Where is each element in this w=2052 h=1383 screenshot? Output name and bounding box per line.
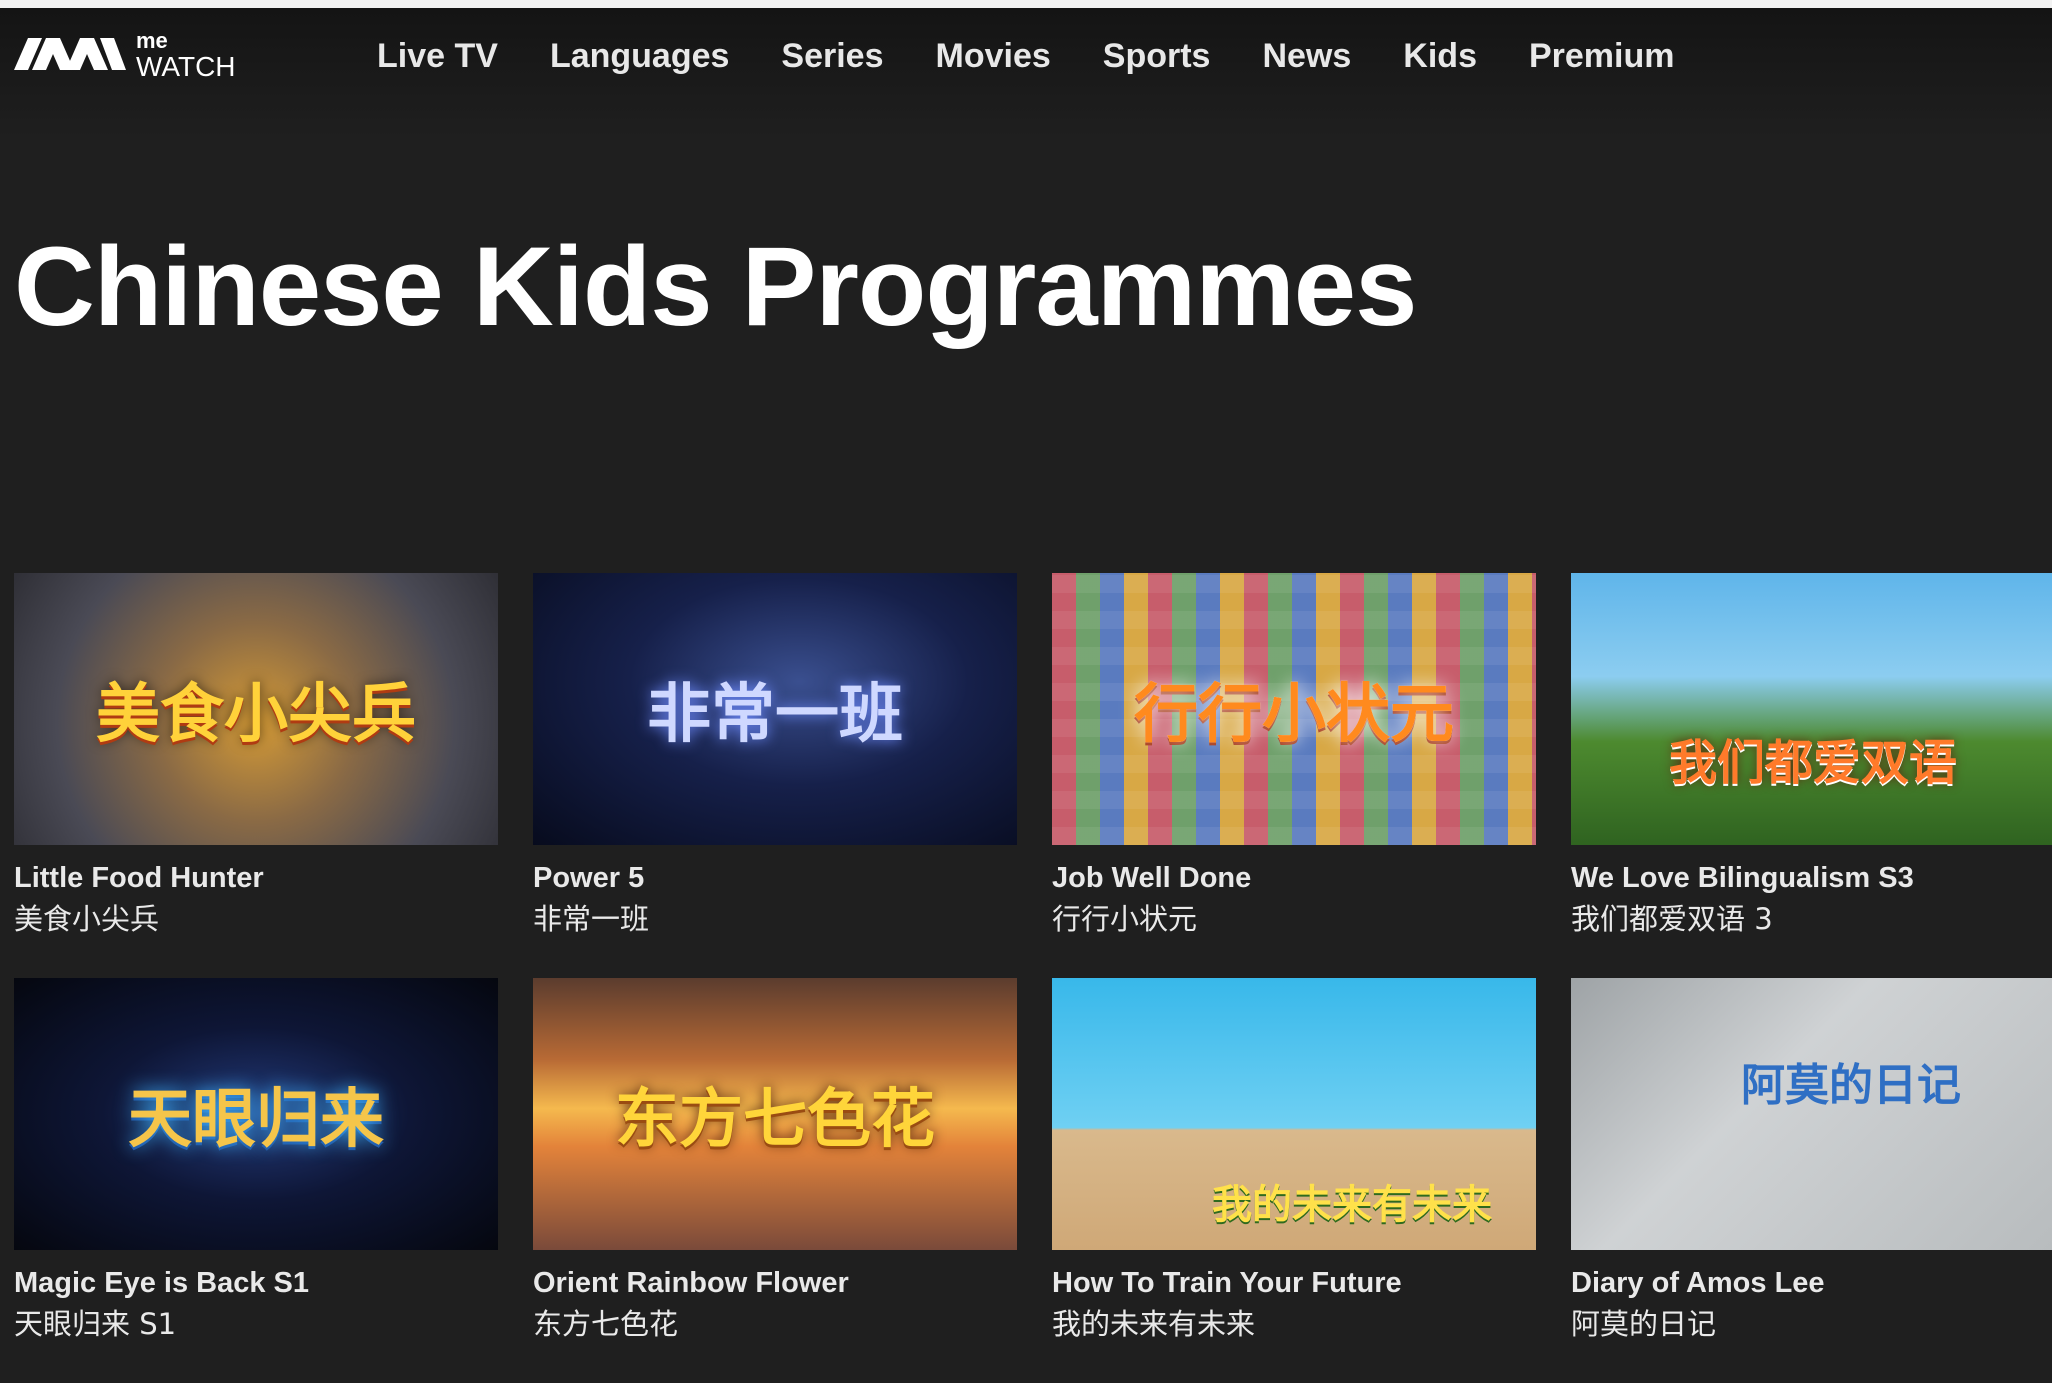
thumbnail-title-art: 美食小尖兵: [96, 678, 416, 752]
programme-chinese-title: 天眼归来 S1: [14, 1307, 177, 1341]
programme-thumbnail[interactable]: 美食小尖兵: [14, 573, 498, 845]
programme-card-how-to-train-your-future[interactable]: 我的未来有未来 How To Train Your Future 我的未来有未来: [1052, 978, 1536, 1383]
programme-thumbnail[interactable]: 我的未来有未来: [1052, 978, 1536, 1250]
programme-title[interactable]: Magic Eye is Back S1: [14, 1264, 498, 1302]
programme-title[interactable]: Power 5: [533, 859, 1017, 897]
programme-card-little-food-hunter[interactable]: 美食小尖兵 Little Food Hunter 美食小尖兵: [14, 573, 498, 978]
logo-me-text: me: [136, 28, 168, 53]
thumbnail-title-art: 东方七色花: [615, 1083, 935, 1157]
main-menu: Live TV Languages Series Movies Sports N…: [377, 26, 1726, 86]
programme-card-job-well-done[interactable]: 行行小状元 Job Well Done 行行小状元: [1052, 573, 1536, 978]
mewatch-logo-mark-icon: [14, 38, 126, 70]
programme-chinese-title: 行行小状元: [1052, 902, 1198, 936]
programme-grid: 美食小尖兵 Little Food Hunter 美食小尖兵 非常一班 Powe…: [14, 573, 2052, 1383]
programme-card-we-love-bilingualism-s3[interactable]: 我们都爱双语 We Love Bilingualism S3 我们都爱双语 3: [1571, 573, 2052, 978]
programme-card-magic-eye-is-back-s1[interactable]: 天眼归来 Magic Eye is Back S1 天眼归来 S1: [14, 978, 498, 1383]
programme-thumbnail[interactable]: 东方七色花: [533, 978, 1017, 1250]
programme-title[interactable]: How To Train Your Future: [1052, 1264, 1536, 1302]
programme-card-orient-rainbow-flower[interactable]: 东方七色花 Orient Rainbow Flower 东方七色花: [533, 978, 1017, 1383]
programme-chinese-title: 东方七色花: [533, 1307, 679, 1341]
thumbnail-title-art: 我的未来有未来: [1212, 1182, 1492, 1229]
thumbnail-title-art: 非常一班: [647, 678, 903, 752]
programme-title[interactable]: Diary of Amos Lee: [1571, 1264, 2052, 1302]
thumbnail-title-art: 阿莫的日记: [1741, 1060, 1961, 1112]
programme-thumbnail[interactable]: 行行小状元: [1052, 573, 1536, 845]
top-navigation: me WATCH Live TV Languages Series Movies…: [0, 8, 2052, 138]
thumbnail-title-art: 我们都爱双语: [1668, 734, 1957, 791]
nav-item-kids[interactable]: Kids: [1403, 26, 1477, 86]
programme-card-diary-of-amos-lee[interactable]: 阿莫的日记 Diary of Amos Lee 阿莫的日记: [1571, 978, 2052, 1383]
programme-thumbnail[interactable]: 非常一班: [533, 573, 1017, 845]
nav-item-live-tv[interactable]: Live TV: [377, 26, 498, 86]
programme-title[interactable]: Little Food Hunter: [14, 859, 498, 897]
programme-chinese-title: 非常一班: [533, 902, 650, 936]
nav-item-languages[interactable]: Languages: [550, 26, 729, 86]
programme-title[interactable]: Job Well Done: [1052, 859, 1536, 897]
nav-item-news[interactable]: News: [1262, 26, 1351, 86]
nav-item-movies[interactable]: Movies: [936, 26, 1051, 86]
programme-thumbnail[interactable]: 天眼归来: [14, 978, 498, 1250]
programme-chinese-title: 我的未来有未来: [1052, 1307, 1256, 1341]
programme-thumbnail[interactable]: 我们都爱双语: [1571, 573, 2052, 845]
programme-chinese-title: 阿莫的日记: [1571, 1307, 1717, 1341]
programme-chinese-title: 我们都爱双语 3: [1571, 902, 1773, 936]
nav-item-premium[interactable]: Premium: [1529, 26, 1675, 86]
programme-thumbnail[interactable]: 阿莫的日记: [1571, 978, 2052, 1250]
nav-item-series[interactable]: Series: [781, 26, 883, 86]
thumbnail-title-art: 天眼归来: [128, 1083, 384, 1157]
programme-chinese-title: 美食小尖兵: [14, 902, 160, 936]
nav-item-sports[interactable]: Sports: [1103, 26, 1211, 86]
top-strip: [0, 0, 2052, 8]
programme-title[interactable]: We Love Bilingualism S3: [1571, 859, 2052, 897]
mewatch-logo[interactable]: me WATCH: [14, 30, 246, 84]
programme-title[interactable]: Orient Rainbow Flower: [533, 1264, 1017, 1302]
programme-card-power-5[interactable]: 非常一班 Power 5 非常一班: [533, 573, 1017, 978]
logo-watch-text: WATCH: [136, 51, 236, 82]
page-title: Chinese Kids Programmes: [14, 224, 1417, 349]
thumbnail-title-art: 行行小状元: [1134, 678, 1454, 752]
